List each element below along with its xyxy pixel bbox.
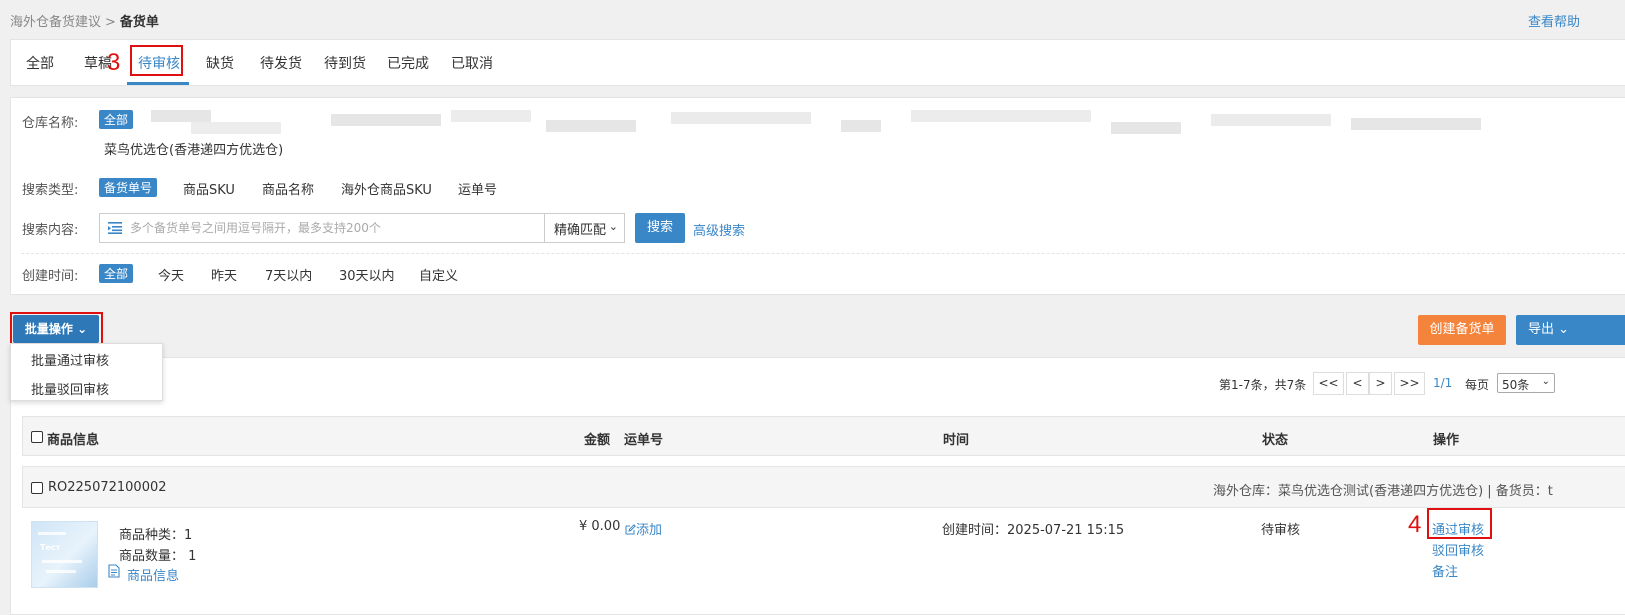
page-size-value: 50条 [1502, 378, 1530, 392]
order-row-body: Тест 商品种类：1 商品数量： 1 商品信息 ¥ 0.00 添加 创建时间：… [22, 508, 1625, 615]
time-option-30days[interactable]: 30天以内 [339, 265, 395, 284]
time-option-7days[interactable]: 7天以内 [265, 265, 312, 284]
time-option-custom[interactable]: 自定义 [419, 265, 458, 284]
reject-link[interactable]: 驳回审核 [1432, 540, 1484, 559]
filter-panel: 仓库名称: 全部 菜鸟优选仓(香港递四方优选仓) 搜索类型: 备货单号 商品SK… [10, 97, 1625, 295]
annotation-box-tab [130, 45, 183, 76]
status-tabs: 全部 草稿 待审核 缺货 待发货 待到货 已完成 已取消 [10, 39, 1625, 86]
annotation-box-approve [1427, 508, 1492, 539]
product-info-link[interactable]: 商品信息 [127, 565, 179, 584]
chevron-down-icon: ⌄ [608, 220, 618, 233]
created-time-label: 创建时间: [22, 269, 79, 284]
order-row-header: RO225072100002 海外仓库：菜鸟优选仓测试(香港递四方优选仓) | … [22, 466, 1625, 508]
search-type-order-no[interactable]: 备货单号 [99, 178, 158, 197]
tracking-add-link[interactable]: 添加 [625, 519, 662, 538]
search-type-sku[interactable]: 商品SKU [183, 179, 235, 198]
export-button[interactable]: 导出 ⌄ [1516, 315, 1625, 345]
pager-next-button[interactable]: > [1369, 372, 1392, 395]
time-option-today[interactable]: 今天 [158, 265, 184, 284]
help-link[interactable]: 查看帮助 [1528, 11, 1580, 30]
breadcrumb-parent[interactable]: 海外仓备货建议 [10, 15, 101, 30]
search-type-tracking-no[interactable]: 运单号 [458, 179, 497, 198]
tab-all[interactable]: 全部 [26, 53, 54, 73]
annotation-step-4: 4 [1408, 511, 1422, 538]
header-time: 时间 [943, 433, 970, 448]
select-all-checkbox[interactable] [31, 431, 43, 443]
warehouse-label: 仓库名称: [22, 116, 79, 131]
order-meta: 海外仓库：菜鸟优选仓测试(香港递四方优选仓) | 备货员：t [1213, 484, 1553, 499]
pager-info: 第1-7条，共7条 [1219, 378, 1307, 392]
pager-page-number: 1/1 [1433, 376, 1453, 390]
pager-last-button[interactable]: >> [1394, 372, 1425, 395]
pager-per-label: 每页 [1465, 378, 1490, 392]
header-actions: 操作 [1433, 433, 1460, 448]
warehouse-option-cainiao[interactable]: 菜鸟优选仓(香港递四方优选仓) [104, 139, 283, 158]
warehouse-option-all[interactable]: 全部 [99, 110, 134, 129]
list-lines-icon [108, 222, 122, 234]
search-content-label: 搜索内容: [22, 223, 79, 238]
annotation-step-3: 3 [107, 49, 121, 76]
product-kinds: 商品种类：1 [119, 528, 193, 543]
match-mode-select[interactable]: 精确匹配 ⌄ [544, 214, 624, 242]
pager-prev-button[interactable]: < [1346, 372, 1369, 395]
thumbnail-text: Тест [40, 543, 61, 552]
search-button[interactable]: 搜索 [635, 213, 685, 243]
match-mode-value: 精确匹配 [554, 223, 607, 238]
breadcrumb-separator: > [105, 15, 116, 30]
order-amount: ¥ 0.00 [579, 519, 621, 534]
tab-completed[interactable]: 已完成 [387, 53, 429, 73]
time-option-yesterday[interactable]: 昨天 [211, 265, 237, 284]
tab-cancelled[interactable]: 已取消 [451, 53, 493, 73]
thumbnail-stripe [46, 570, 76, 573]
search-type-label: 搜索类型: [22, 183, 79, 198]
menu-item-batch-reject[interactable]: 批量驳回审核 [31, 379, 109, 398]
product-thumbnail[interactable]: Тест [31, 521, 98, 588]
thumbnail-stripe [38, 532, 66, 535]
order-checkbox[interactable] [31, 482, 43, 494]
tab-to-ship[interactable]: 待发货 [260, 53, 302, 73]
order-status: 待审核 [1261, 523, 1301, 538]
tracking-add-label: 添加 [636, 523, 663, 538]
pager-first-button[interactable]: << [1313, 372, 1344, 395]
order-list-panel: 第1-7条，共7条 << < > >> 1/1 每页 50条 ⌄ 商品信息 金额… [10, 357, 1625, 615]
document-icon [108, 564, 120, 578]
header-status: 状态 [1262, 433, 1289, 448]
tab-to-arrive[interactable]: 待到货 [324, 53, 366, 73]
menu-item-batch-approve[interactable]: 批量通过审核 [31, 350, 109, 369]
search-type-product-name[interactable]: 商品名称 [262, 179, 314, 198]
header-tracking: 运单号 [624, 433, 664, 448]
page-size-select[interactable]: 50条 ⌄ [1497, 373, 1555, 393]
redacted-warehouse-options [151, 106, 1481, 142]
header-product: 商品信息 [47, 433, 100, 448]
thumbnail-stripe [42, 560, 82, 563]
chevron-down-icon: ⌄ [1558, 322, 1570, 337]
breadcrumb: 海外仓备货建议 > 备货单 [10, 11, 159, 30]
advanced-search-link[interactable]: 高级搜索 [693, 220, 745, 239]
table-header: 商品信息 金额 运单号 时间 状态 操作 [22, 416, 1625, 456]
search-input[interactable] [130, 214, 542, 242]
chevron-down-icon: ⌄ [1541, 376, 1550, 387]
header-amount: 金额 [584, 433, 611, 448]
order-number: RO225072100002 [48, 480, 167, 495]
time-option-all[interactable]: 全部 [99, 264, 134, 283]
active-tab-underline [127, 82, 189, 85]
batch-dropdown-menu: 批量通过审核 批量驳回审核 [10, 343, 163, 401]
product-quantity: 商品数量： 1 [119, 549, 197, 564]
export-label: 导出 [1528, 322, 1555, 337]
breadcrumb-current: 备货单 [119, 15, 159, 30]
tab-out-of-stock[interactable]: 缺货 [206, 53, 234, 73]
create-order-button[interactable]: 创建备货单 [1418, 315, 1506, 345]
search-box: 精确匹配 ⌄ [99, 213, 625, 243]
divider [21, 253, 1625, 254]
search-type-warehouse-sku[interactable]: 海外仓商品SKU [341, 179, 432, 198]
edit-icon [625, 524, 636, 535]
created-time: 创建时间：2025-07-21 15:15 [942, 523, 1125, 538]
remark-link[interactable]: 备注 [1432, 561, 1458, 580]
